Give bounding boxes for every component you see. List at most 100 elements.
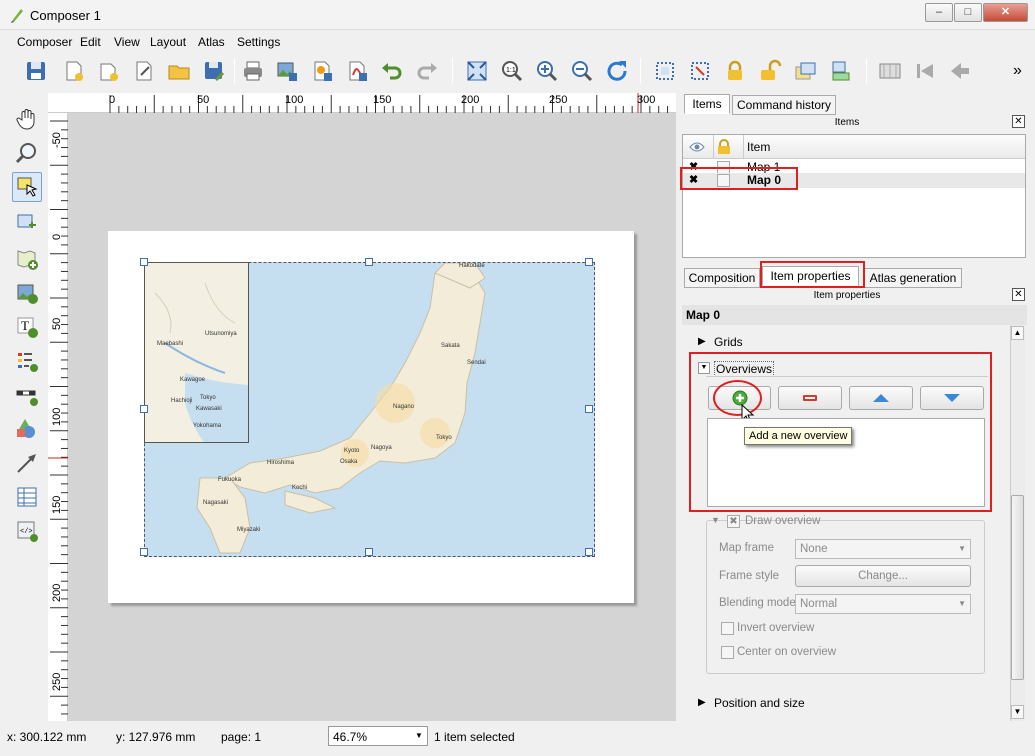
close-dock-icon[interactable]: ✕ [1012,288,1025,301]
add-shape-icon[interactable] [12,414,42,444]
map-city-label: Nagoya [371,445,392,451]
tab-command-history[interactable]: Command history [732,95,836,115]
map-city-label: Nagasaki [203,500,229,506]
previous-feature-icon[interactable] [946,57,974,85]
resize-handle[interactable] [585,258,593,266]
svg-text:1:1: 1:1 [506,67,516,74]
open-template-icon[interactable] [165,57,193,85]
scroll-up-icon[interactable]: ▲ [1011,326,1024,340]
save-icon[interactable] [22,57,50,85]
zoom-in-icon[interactable] [533,57,561,85]
composer-manager-icon[interactable] [130,57,158,85]
zoom-out-icon[interactable] [568,57,596,85]
resize-handle[interactable] [365,548,373,556]
raise-items-icon[interactable] [791,57,819,85]
visibility-icon [689,142,705,152]
align-items-icon[interactable] [828,57,856,85]
first-feature-icon[interactable] [911,57,939,85]
position-size-section[interactable]: Position and size [714,696,805,710]
ruler-label: -50 [51,132,63,148]
add-legend-icon[interactable] [12,346,42,376]
tab-items[interactable]: Items [684,94,730,114]
ruler-label: 0 [109,94,116,106]
menu-settings[interactable]: Settings [237,35,280,49]
add-arrow-icon[interactable] [12,448,42,478]
map-frame-select[interactable]: None ▼ [795,539,971,559]
atlas-preview-icon[interactable] [876,57,904,85]
add-html-icon[interactable]: </> [12,516,42,546]
ruler-label: 300 [637,94,656,106]
export-svg-icon[interactable] [308,57,336,85]
frame-style-button[interactable]: Change... [795,565,971,587]
export-pdf-icon[interactable] [343,57,371,85]
refresh-icon[interactable] [603,57,631,85]
move-content-icon[interactable] [12,208,42,238]
zoom-full-icon[interactable] [463,57,491,85]
duplicate-composer-icon[interactable] [95,57,123,85]
horizontal-ruler: 0 50 100 150 200 250 300 [48,93,676,113]
grids-section[interactable]: Grids [714,335,743,349]
add-scalebar-icon[interactable] [12,380,42,410]
group-items-icon[interactable] [651,57,679,85]
lock-icon[interactable] [721,57,749,85]
save-template-icon[interactable] [200,57,228,85]
unlock-icon[interactable] [756,57,784,85]
scroll-down-icon[interactable]: ▼ [1011,705,1024,719]
resize-handle[interactable] [140,548,148,556]
tab-composition[interactable]: Composition [684,268,760,288]
zoom-select[interactable]: 46.7% ▼ [328,726,428,746]
blending-mode-select[interactable]: Normal ▼ [795,594,971,614]
add-map-icon[interactable] [12,244,42,274]
ruler-label: 250 [51,672,63,691]
zoom-actual-icon[interactable]: 1:1 [498,57,526,85]
print-icon[interactable] [239,57,267,85]
ruler-label: 50 [197,94,210,106]
minimize-button[interactable]: – [925,3,953,22]
map-frame-label: Map frame [719,542,774,554]
ungroup-items-icon[interactable] [686,57,714,85]
map-city-label: Kyoto [344,448,360,454]
expand-arrow-icon[interactable]: ▶ [698,336,706,347]
expand-arrow-icon[interactable]: ▶ [698,697,706,708]
draw-overview-checkbox[interactable]: ✖ [727,515,740,528]
scroll-thumb[interactable] [1011,495,1024,680]
close-dock-icon[interactable]: ✕ [1012,115,1025,128]
center-overview-checkbox[interactable] [721,646,734,659]
redo-icon[interactable] [413,57,441,85]
add-label-icon[interactable]: T [12,312,42,342]
map-item-1[interactable]: Utsunomiya Maebashi Kawagoe Hachioji Tok… [144,262,249,443]
map-city-label: Hiroshima [267,460,295,466]
resize-handle[interactable] [140,258,148,266]
menu-edit[interactable]: Edit [80,35,101,49]
invert-overview-checkbox[interactable] [721,622,734,635]
pan-hand-icon[interactable] [12,104,42,134]
highlight-overviews [689,352,992,512]
tab-atlas-generation[interactable]: Atlas generation [864,268,962,288]
resize-handle[interactable] [585,548,593,556]
items-tree[interactable]: Item ✖ Map 1 ✖ Map 0 [682,134,1026,258]
zoom-tool-icon[interactable] [12,138,42,168]
ruler-label: 200 [51,583,63,602]
menu-atlas[interactable]: Atlas [198,35,225,49]
select-move-icon[interactable] [12,172,42,202]
close-button[interactable]: ✕ [983,3,1028,22]
add-image-icon[interactable] [12,278,42,308]
resize-handle[interactable] [365,258,373,266]
map-city-label: Kawasaki [196,406,222,412]
new-composer-icon[interactable] [60,57,88,85]
resize-handle[interactable] [140,405,148,413]
map-city-label: Utsunomiya [205,331,237,337]
menu-layout[interactable]: Layout [150,35,186,49]
add-table-icon[interactable] [12,482,42,512]
resize-handle[interactable] [585,405,593,413]
invert-overview-label: Invert overview [737,622,815,634]
selection-status: 1 item selected [434,730,515,744]
menu-view[interactable]: View [114,35,140,49]
export-image-icon[interactable] [273,57,301,85]
collapse-arrow-icon[interactable]: ▼ [711,515,720,525]
maximize-button[interactable]: □ [954,3,982,22]
toolbar-overflow-icon[interactable]: » [1013,62,1022,80]
ruler-label: 150 [373,94,392,106]
undo-icon[interactable] [378,57,406,85]
menu-composer[interactable]: Composer [17,35,72,49]
